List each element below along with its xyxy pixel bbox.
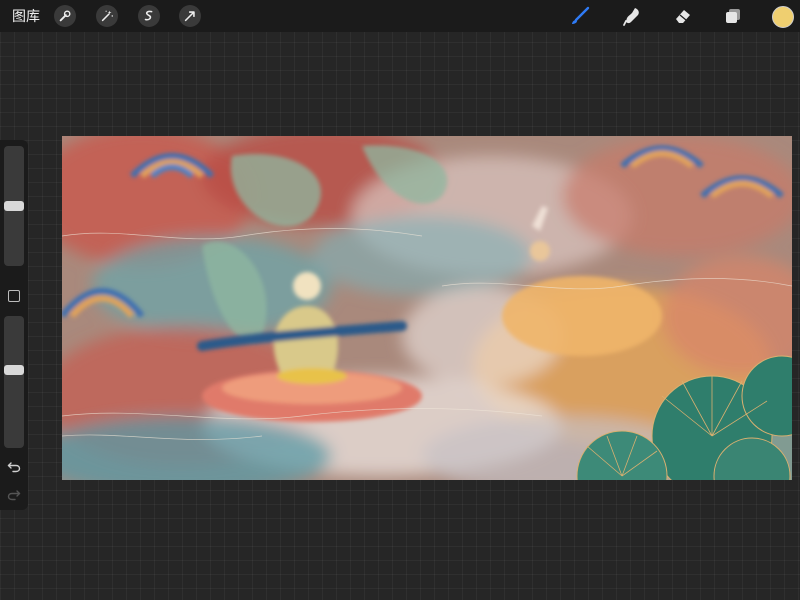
- color-picker-swatch[interactable]: [772, 6, 794, 28]
- top-toolbar: 图库: [0, 0, 800, 32]
- layers-button[interactable]: [721, 5, 745, 27]
- magic-wand-icon: [101, 10, 113, 22]
- eraser-button[interactable]: [671, 5, 695, 27]
- modify-button[interactable]: [8, 290, 20, 302]
- brush-size-thumb[interactable]: [4, 201, 24, 211]
- selection-icon: [144, 10, 153, 21]
- drawing-canvas[interactable]: [62, 136, 792, 480]
- opacity-thumb[interactable]: [4, 365, 24, 375]
- layers-icon: [726, 9, 740, 23]
- transform-arrow-icon: [184, 11, 195, 22]
- opacity-slider[interactable]: [4, 316, 24, 448]
- undo-icon[interactable]: [7, 460, 21, 474]
- smudge-button[interactable]: [620, 5, 644, 27]
- brush-size-slider[interactable]: [4, 146, 24, 266]
- smudge-icon: [623, 8, 639, 26]
- adjustments-button[interactable]: [96, 5, 118, 27]
- selection-button[interactable]: [138, 5, 160, 27]
- artwork-illustration: [62, 136, 792, 480]
- transform-button[interactable]: [179, 5, 201, 27]
- paint-brush-button[interactable]: [568, 5, 592, 27]
- eraser-icon: [676, 10, 690, 23]
- brush-icon: [572, 6, 590, 24]
- left-sidebar: [0, 140, 28, 510]
- gallery-button[interactable]: 图库: [12, 6, 40, 26]
- actions-button[interactable]: [54, 5, 76, 27]
- redo-icon[interactable]: [7, 488, 21, 502]
- wrench-icon: [59, 10, 71, 22]
